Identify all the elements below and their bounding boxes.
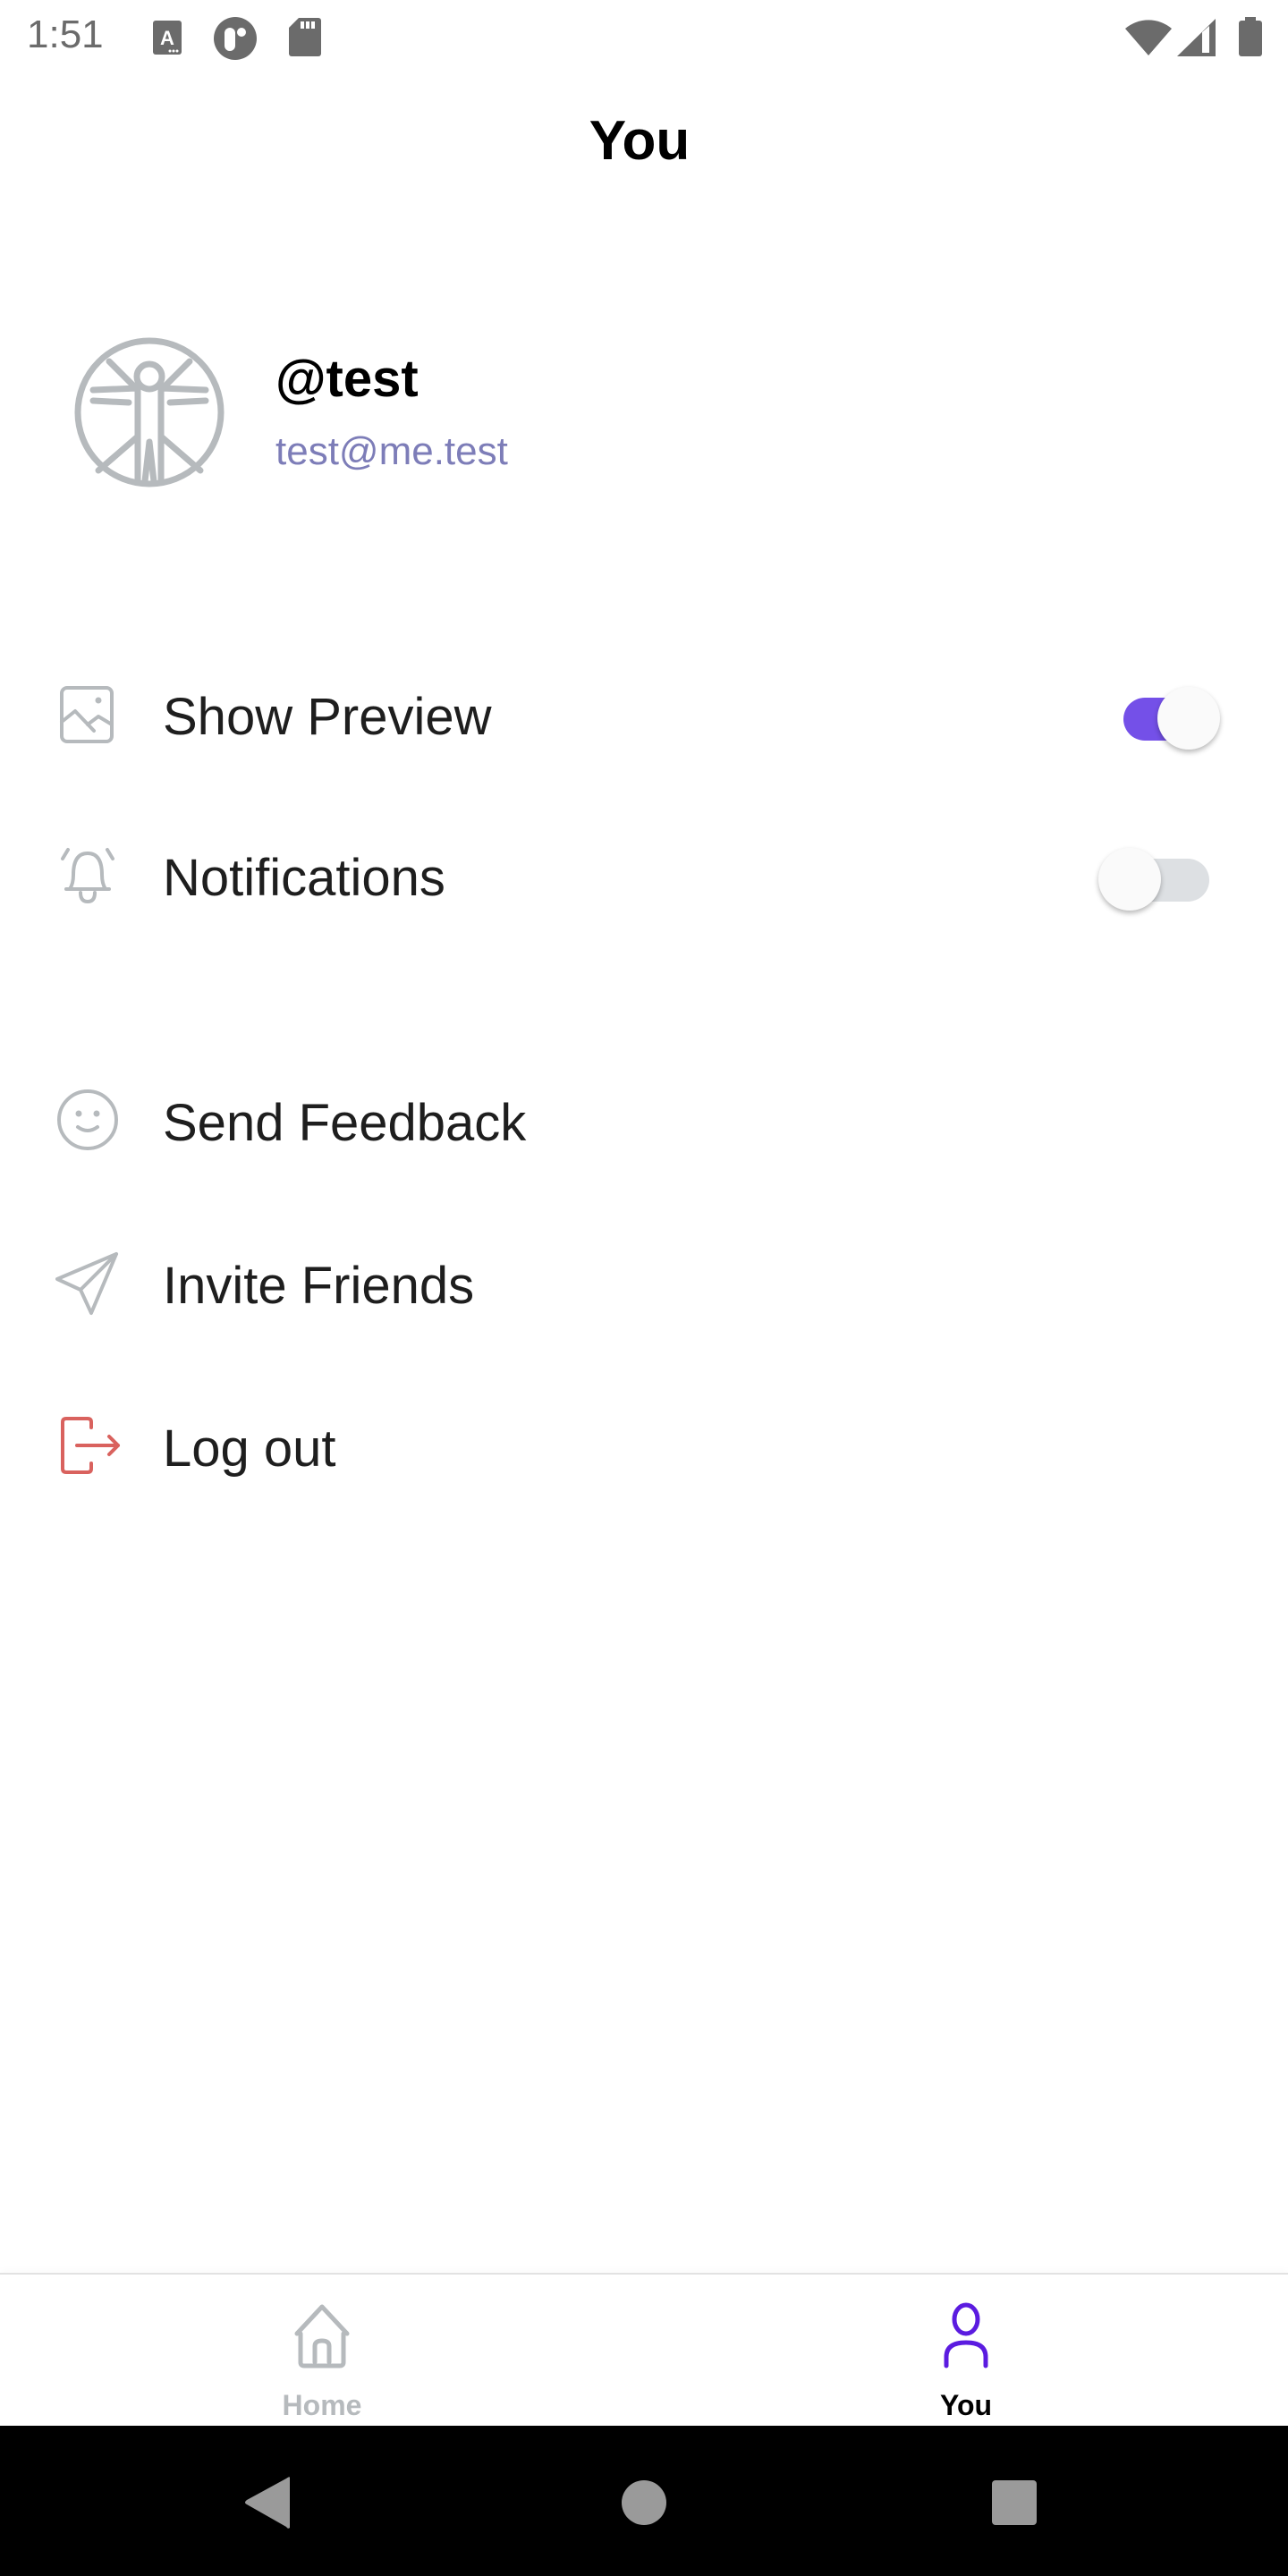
recents-icon[interactable] — [991, 2479, 1038, 2530]
setting-label: Notifications — [163, 849, 445, 907]
action-log-out[interactable]: Log out — [0, 1392, 1288, 1499]
app-notification-icon — [213, 16, 258, 65]
setting-notifications[interactable]: Notifications — [0, 821, 1288, 928]
bottom-nav: Home You — [0, 2273, 1288, 2426]
image-icon — [54, 680, 122, 748]
page-title: You — [589, 110, 691, 172]
toggle-thumb — [1157, 687, 1220, 750]
profile-username: @test — [275, 350, 419, 408]
smiley-icon — [54, 1086, 122, 1154]
profile-email: test@me.test — [275, 429, 508, 473]
status-time: 1:51 — [27, 13, 104, 56]
nav-item-you[interactable]: You — [877, 2275, 1055, 2428]
toggle-thumb — [1098, 848, 1161, 911]
home-icon — [293, 2301, 351, 2373]
nav-label: Home — [282, 2389, 362, 2421]
action-send-feedback[interactable]: Send Feedback — [0, 1066, 1288, 1174]
wifi-icon — [1123, 16, 1174, 62]
action-label: Send Feedback — [163, 1094, 527, 1152]
profile-card[interactable]: @test test@me.test — [73, 336, 1236, 488]
nav-label: You — [939, 2389, 993, 2421]
status-bar: 1:51 A — [0, 0, 1288, 75]
action-label: Log out — [163, 1419, 336, 1478]
show-preview-toggle[interactable] — [1114, 678, 1222, 750]
system-nav-bar — [0, 2426, 1288, 2576]
person-icon — [937, 2301, 995, 2373]
bell-icon — [54, 841, 122, 909]
cell-signal-icon — [1175, 18, 1216, 62]
action-label: Invite Friends — [163, 1257, 475, 1315]
home-circle-icon[interactable] — [621, 2479, 667, 2530]
setting-label: Show Preview — [163, 688, 492, 746]
action-invite-friends[interactable]: Invite Friends — [0, 1229, 1288, 1336]
vitruvian-man-icon — [73, 336, 225, 488]
logout-icon — [54, 1411, 122, 1479]
battery-icon — [1238, 16, 1263, 62]
sd-card-icon — [288, 16, 322, 62]
notifications-toggle[interactable] — [1098, 839, 1222, 911]
autofill-a-icon: A — [152, 20, 182, 62]
setting-show-preview[interactable]: Show Preview — [0, 660, 1288, 767]
paper-plane-icon — [54, 1249, 122, 1317]
svg-text:A: A — [160, 27, 174, 49]
back-icon[interactable] — [243, 2476, 293, 2534]
nav-item-home[interactable]: Home — [233, 2275, 411, 2428]
